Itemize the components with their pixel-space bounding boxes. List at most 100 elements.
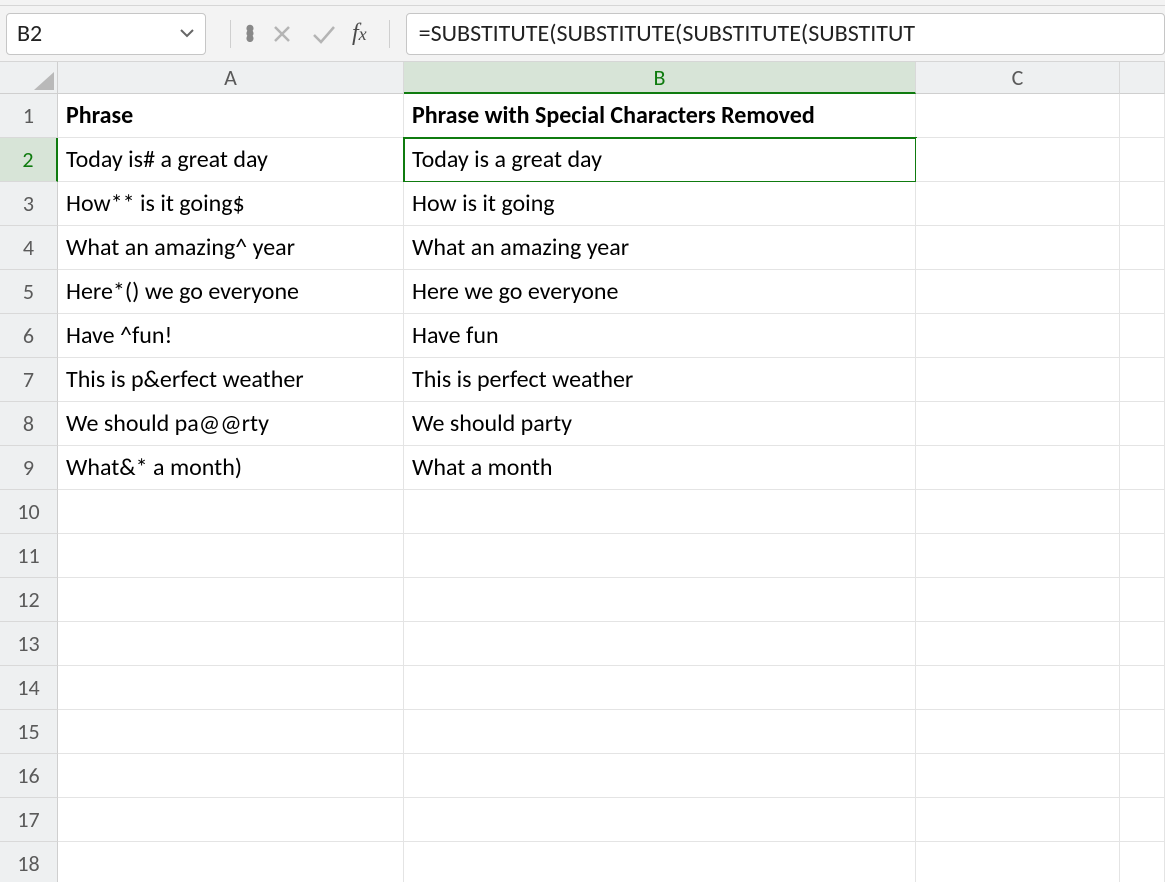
cell-A9[interactable]: What&* a month) xyxy=(58,446,404,490)
row-header-14[interactable]: 14 xyxy=(0,666,58,710)
cell-C10[interactable] xyxy=(916,490,1120,534)
cell-C7[interactable] xyxy=(916,358,1120,402)
cell-C1[interactable] xyxy=(916,94,1120,138)
cell-C13[interactable] xyxy=(916,622,1120,666)
row-header-17[interactable]: 17 xyxy=(0,798,58,842)
cell-D2[interactable] xyxy=(1120,138,1165,182)
cell-D4[interactable] xyxy=(1120,226,1165,270)
select-all-corner[interactable] xyxy=(0,62,58,94)
cell-C12[interactable] xyxy=(916,578,1120,622)
cell-C6[interactable] xyxy=(916,314,1120,358)
row-header-5[interactable]: 5 xyxy=(0,270,58,314)
col-header-B[interactable]: B xyxy=(404,62,916,94)
row-header-1[interactable]: 1 xyxy=(0,94,58,138)
cell-C18[interactable] xyxy=(916,842,1120,882)
cell-D13[interactable] xyxy=(1120,622,1165,666)
row-header-8[interactable]: 8 xyxy=(0,402,58,446)
row-header-2[interactable]: 2 xyxy=(0,138,58,182)
cell-C3[interactable] xyxy=(916,182,1120,226)
cell-B7[interactable]: This is perfect weather xyxy=(404,358,916,402)
cell-A17[interactable] xyxy=(58,798,404,842)
row-header-11[interactable]: 11 xyxy=(0,534,58,578)
cell-A15[interactable] xyxy=(58,710,404,754)
row-header-4[interactable]: 4 xyxy=(0,226,58,270)
formula-input[interactable]: =SUBSTITUTE(SUBSTITUTE(SUBSTITUTE(SUBSTI… xyxy=(406,13,1165,55)
cell-A12[interactable] xyxy=(58,578,404,622)
cell-D7[interactable] xyxy=(1120,358,1165,402)
cell-A8[interactable]: We should pa@@rty xyxy=(58,402,404,446)
cell-D18[interactable] xyxy=(1120,842,1165,882)
cell-B8[interactable]: We should party xyxy=(404,402,916,446)
confirm-icon[interactable] xyxy=(310,20,338,48)
cell-B13[interactable] xyxy=(404,622,916,666)
row-header-13[interactable]: 13 xyxy=(0,622,58,666)
row-header-16[interactable]: 16 xyxy=(0,754,58,798)
cancel-icon[interactable] xyxy=(268,20,296,48)
cell-D3[interactable] xyxy=(1120,182,1165,226)
name-box[interactable]: B2 xyxy=(6,13,206,55)
cell-B4[interactable]: What an amazing year xyxy=(404,226,916,270)
cell-C8[interactable] xyxy=(916,402,1120,446)
cell-A1[interactable]: Phrase xyxy=(58,94,404,138)
cell-A2[interactable]: Today is# a great day xyxy=(58,138,404,182)
cell-C2[interactable] xyxy=(916,138,1120,182)
cell-B2[interactable]: Today is a great day xyxy=(404,138,916,182)
cell-D1[interactable] xyxy=(1120,94,1165,138)
cell-A14[interactable] xyxy=(58,666,404,710)
cell-D5[interactable] xyxy=(1120,270,1165,314)
cell-A4[interactable]: What an amazing^ year xyxy=(58,226,404,270)
cell-C17[interactable] xyxy=(916,798,1120,842)
cell-C14[interactable] xyxy=(916,666,1120,710)
cell-B11[interactable] xyxy=(404,534,916,578)
fx-icon[interactable]: fx xyxy=(352,20,375,47)
cell-D10[interactable] xyxy=(1120,490,1165,534)
cell-A3[interactable]: How** is it going$ xyxy=(58,182,404,226)
cell-C5[interactable] xyxy=(916,270,1120,314)
cell-B10[interactable] xyxy=(404,490,916,534)
cell-A18[interactable] xyxy=(58,842,404,882)
row-header-3[interactable]: 3 xyxy=(0,182,58,226)
cell-C16[interactable] xyxy=(916,754,1120,798)
cell-D15[interactable] xyxy=(1120,710,1165,754)
cell-A13[interactable] xyxy=(58,622,404,666)
cell-D11[interactable] xyxy=(1120,534,1165,578)
cell-B12[interactable] xyxy=(404,578,916,622)
col-header-A[interactable]: A xyxy=(58,62,404,94)
row-header-12[interactable]: 12 xyxy=(0,578,58,622)
cell-D12[interactable] xyxy=(1120,578,1165,622)
cell-A16[interactable] xyxy=(58,754,404,798)
cell-D8[interactable] xyxy=(1120,402,1165,446)
cell-B9[interactable]: What a month xyxy=(404,446,916,490)
cell-B16[interactable] xyxy=(404,754,916,798)
cell-A11[interactable] xyxy=(58,534,404,578)
row-header-15[interactable]: 15 xyxy=(0,710,58,754)
cell-C9[interactable] xyxy=(916,446,1120,490)
chevron-down-icon[interactable] xyxy=(179,19,195,48)
cell-A10[interactable] xyxy=(58,490,404,534)
cell-B14[interactable] xyxy=(404,666,916,710)
cell-C11[interactable] xyxy=(916,534,1120,578)
cell-C15[interactable] xyxy=(916,710,1120,754)
row-header-18[interactable]: 18 xyxy=(0,842,58,882)
cell-B6[interactable]: Have fun xyxy=(404,314,916,358)
row-header-9[interactable]: 9 xyxy=(0,446,58,490)
cell-A7[interactable]: This is p&erfect weather xyxy=(58,358,404,402)
cell-B3[interactable]: How is it going xyxy=(404,182,916,226)
spreadsheet-grid[interactable]: A B C 1 Phrase Phrase with Special Chara… xyxy=(0,62,1165,882)
cell-D6[interactable] xyxy=(1120,314,1165,358)
cell-B5[interactable]: Here we go everyone xyxy=(404,270,916,314)
more-icon[interactable]: ••• xyxy=(245,26,254,41)
cell-C4[interactable] xyxy=(916,226,1120,270)
cell-D14[interactable] xyxy=(1120,666,1165,710)
cell-D9[interactable] xyxy=(1120,446,1165,490)
cell-B1[interactable]: Phrase with Special Characters Removed xyxy=(404,94,916,138)
row-header-6[interactable]: 6 xyxy=(0,314,58,358)
row-header-7[interactable]: 7 xyxy=(0,358,58,402)
cell-B18[interactable] xyxy=(404,842,916,882)
cell-A6[interactable]: Have ^fun! xyxy=(58,314,404,358)
cell-B15[interactable] xyxy=(404,710,916,754)
col-header-extra[interactable] xyxy=(1120,62,1165,94)
cell-D16[interactable] xyxy=(1120,754,1165,798)
row-header-10[interactable]: 10 xyxy=(0,490,58,534)
col-header-C[interactable]: C xyxy=(916,62,1120,94)
